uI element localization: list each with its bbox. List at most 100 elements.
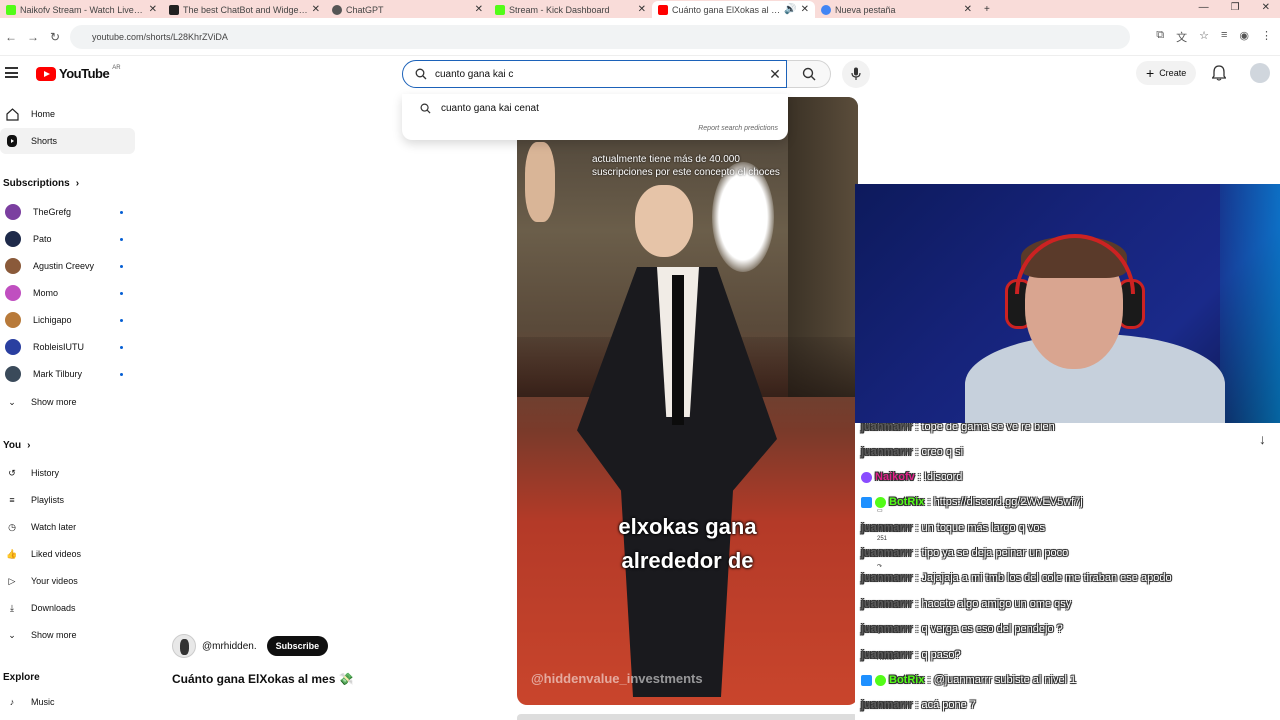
thumbs-up-icon: 👍 <box>6 548 18 559</box>
reading-list-icon[interactable]: ≡ <box>1221 29 1227 45</box>
close-tab-icon[interactable]: ✕ <box>149 4 157 15</box>
report-predictions-link[interactable]: Report search predictions <box>698 125 778 132</box>
bookmark-star-icon[interactable]: ☆ <box>1199 29 1209 45</box>
home-icon <box>5 107 19 121</box>
country-code: AR <box>112 64 121 71</box>
browser-tab-active[interactable]: Cuánto gana ElXokas al me 🔊 ✕ <box>652 1 815 18</box>
stream-chat-overlay: ↓ ▭ 251 ↷ ⟳ Remix juanmarrr: tope de gam… <box>855 423 1280 720</box>
sidebar-item-history[interactable]: ↺ History <box>0 460 135 486</box>
sidebar-item-music[interactable]: ♪ Music <box>0 689 135 715</box>
create-button[interactable]: + Create <box>1136 61 1197 85</box>
short-video-player[interactable]: actualmente tiene más de 40.000 suscripc… <box>517 97 858 705</box>
menu-kebab-icon[interactable]: ⋮ <box>1261 29 1272 45</box>
sidebar-channel[interactable]: Lichigapo <box>0 307 135 333</box>
sidebar-item-liked-videos[interactable]: 👍 Liked videos <box>0 541 135 567</box>
sidebar-item-playlists[interactable]: ≡ Playlists <box>0 487 135 513</box>
search-input[interactable] <box>435 68 764 80</box>
browser-tab-bar: Naikofv Stream - Watch Live on ✕ The best… <box>0 0 1280 18</box>
browser-tab[interactable]: Nueva pestaña ✕ <box>815 1 978 18</box>
chat-username: BotRix <box>889 496 925 508</box>
next-short-preview[interactable] <box>517 714 858 720</box>
url-field[interactable]: youtube.com/shorts/L28KhrZViDA <box>70 25 1130 49</box>
subscribe-button[interactable]: Subscribe <box>266 636 329 656</box>
browser-tab[interactable]: The best ChatBot and Widgets f ✕ <box>163 1 326 18</box>
channel-avatar <box>5 312 21 328</box>
notifications-bell-icon[interactable] <box>1211 65 1227 84</box>
channel-name: Lichigapo <box>33 315 72 325</box>
chat-text: : https://discord.gg/2WvEV5wf7j <box>927 496 1083 508</box>
chat-username: juanmarrr <box>861 572 913 584</box>
close-tab-icon[interactable]: ✕ <box>964 4 972 15</box>
chat-text: : Jajajaja a mi tmb los del cole me tira… <box>915 572 1172 584</box>
sidebar-item-home[interactable]: Home <box>0 101 135 127</box>
close-tab-icon[interactable]: ✕ <box>312 4 320 15</box>
speaker-icon[interactable]: 🔊 <box>784 4 796 15</box>
translate-icon[interactable]: 文 <box>1176 29 1187 45</box>
youtube-logo[interactable]: YouTube AR <box>36 64 121 81</box>
channel-avatar <box>5 258 21 274</box>
sidebar-show-more[interactable]: ⌄ Show more <box>0 389 135 415</box>
arrow-down-icon[interactable]: ↓ <box>1259 431 1266 447</box>
chat-text: : un toque más largo q vos <box>915 522 1045 534</box>
you-header[interactable]: You › <box>3 440 31 451</box>
video-person-tie <box>672 275 684 425</box>
chevron-right-icon: › <box>75 178 80 189</box>
channel-name: Mark Tilbury <box>33 369 83 379</box>
back-arrow-icon[interactable]: ← <box>0 30 22 44</box>
tab-title: Cuánto gana ElXokas al me <box>672 4 781 15</box>
chat-text: : tope de gama se ve re bien <box>915 423 1055 433</box>
restore-icon[interactable]: ❐ <box>1231 2 1240 13</box>
chat-message: juanmarrr: tipo ya se deja peinar un poc… <box>861 544 1068 562</box>
search-box[interactable]: ✕ <box>402 60 787 88</box>
clear-search-icon[interactable]: ✕ <box>764 66 786 83</box>
tab-title: ChatGPT <box>346 4 384 15</box>
close-tab-icon[interactable]: ✕ <box>475 4 483 15</box>
sidebar-channel[interactable]: Mark Tilbury <box>0 361 135 387</box>
github-favicon-icon <box>169 4 179 15</box>
sidebar-item-watch-later[interactable]: ◷ Watch later <box>0 514 135 540</box>
search-button[interactable] <box>787 60 831 88</box>
browser-tab[interactable]: Stream - Kick Dashboard ✕ <box>489 1 652 18</box>
search-suggestion-item[interactable]: cuanto gana kai cenat <box>420 103 539 114</box>
new-tab-button[interactable]: + <box>978 1 1008 18</box>
browser-tab[interactable]: ChatGPT ✕ <box>326 1 489 18</box>
sidebar-item-your-videos[interactable]: ▷ Your videos <box>0 568 135 594</box>
live-dot <box>120 210 123 214</box>
verified-badge-icon <box>875 674 886 686</box>
sidebar-channel[interactable]: Momo <box>0 280 135 306</box>
chat-username: Naikofv <box>875 471 915 483</box>
channel-avatar[interactable] <box>172 634 196 658</box>
profile-icon[interactable]: ◉ <box>1239 29 1249 45</box>
hamburger-menu-icon[interactable] <box>5 67 18 78</box>
chat-username: juanmarrr <box>861 446 913 458</box>
forward-arrow-icon[interactable]: → <box>22 30 44 44</box>
install-app-icon[interactable]: ⧉ <box>1156 29 1164 45</box>
sidebar-item-downloads[interactable]: ⤓ Downloads <box>0 595 135 621</box>
sidebar-item-label: Show more <box>31 630 77 640</box>
sidebar-show-more[interactable]: ⌄ Show more <box>0 622 135 648</box>
close-tab-icon[interactable]: ✕ <box>801 4 809 15</box>
chat-username: juanmarrr <box>861 598 913 610</box>
chat-message: juanmarrr: Jajajaja a mi tmb los del col… <box>861 569 1172 587</box>
sidebar-item-shorts[interactable]: Shorts <box>0 128 135 154</box>
account-avatar[interactable] <box>1250 63 1270 83</box>
voice-search-button[interactable] <box>842 60 870 88</box>
search-icon <box>802 67 815 81</box>
chat-username: juanmarrr <box>861 623 913 635</box>
minimize-icon[interactable]: — <box>1199 2 1209 13</box>
browser-tab[interactable]: Naikofv Stream - Watch Live on ✕ <box>0 1 163 18</box>
sidebar-channel[interactable]: Pato <box>0 226 135 252</box>
sidebar-channel[interactable]: RobleisIUTU <box>0 334 135 360</box>
sidebar-channel[interactable]: TheGrefg <box>0 199 135 225</box>
tab-title: Nueva pestaña <box>835 4 896 15</box>
history-icon: ↺ <box>8 467 16 478</box>
reload-icon[interactable]: ↻ <box>44 30 66 44</box>
channel-handle[interactable]: @mrhidden. <box>202 641 257 652</box>
sidebar-item-label: Your videos <box>31 576 78 586</box>
close-tab-icon[interactable]: ✕ <box>638 4 646 15</box>
sidebar-channel[interactable]: Agustin Creevy <box>0 253 135 279</box>
close-window-icon[interactable]: ✕ <box>1262 2 1270 13</box>
sidebar-item-label: Watch later <box>31 522 77 532</box>
subscriptions-header[interactable]: Subscriptions › <box>3 178 79 189</box>
short-title: Cuánto gana ElXokas al mes 💸 <box>172 672 354 686</box>
